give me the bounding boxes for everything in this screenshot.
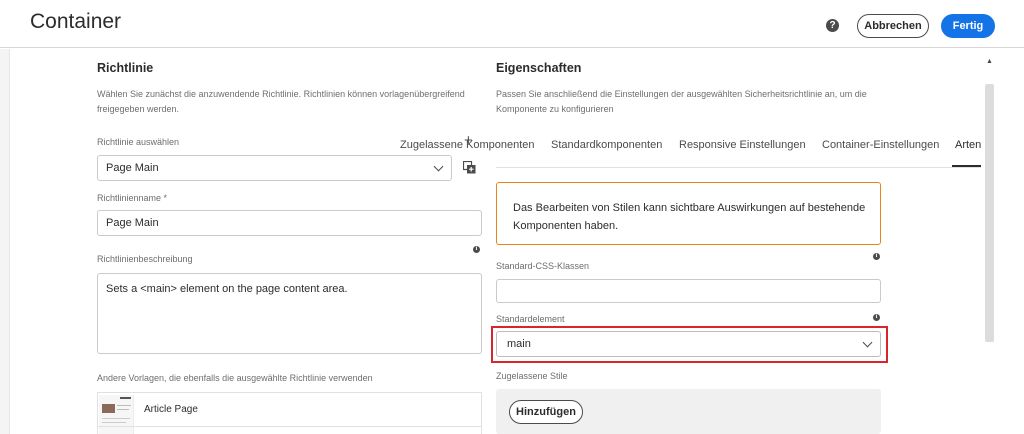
policy-select[interactable]: Page Main: [97, 155, 452, 181]
copy-policy-icon[interactable]: [462, 160, 476, 174]
warning-alert: Das Bearbeiten von Stilen kann sichtbare…: [496, 182, 881, 245]
info-icon[interactable]: i: [473, 246, 480, 253]
default-element-label: Standardelement: [496, 314, 565, 324]
policy-name-value: Page Main: [106, 217, 159, 229]
highlight-box: [491, 326, 888, 363]
policy-select-value: Page Main: [106, 162, 159, 174]
tab-default-components[interactable]: Standardkomponenten: [551, 139, 662, 151]
active-tab-indicator: [952, 165, 981, 167]
dialog-header: Container ? Abbrechen Fertig: [0, 0, 1024, 48]
template-thumbnail: [99, 395, 134, 434]
tab-responsive-settings[interactable]: Responsive Einstellungen: [679, 139, 806, 151]
chevron-down-icon: [433, 161, 444, 172]
scrollbar[interactable]: [985, 84, 994, 342]
allowed-styles-label: Zugelassene Stile: [496, 371, 568, 381]
tab-styles[interactable]: Arten: [955, 139, 981, 151]
policy-description-textarea[interactable]: Sets a <main> element on the page conten…: [97, 273, 482, 354]
policy-name-input[interactable]: Page Main: [97, 210, 482, 236]
tab-container-settings[interactable]: Container-Einstellungen: [822, 139, 939, 151]
warning-line2: Komponenten haben.: [513, 220, 619, 232]
page-title: Container: [30, 10, 122, 33]
done-button[interactable]: Fertig: [941, 14, 995, 38]
scroll-up-icon[interactable]: ▲: [986, 58, 993, 65]
template-name[interactable]: Article Page: [144, 404, 198, 415]
policy-description-label: Richtlinienbeschreibung: [97, 254, 193, 264]
info-icon[interactable]: i: [873, 253, 880, 260]
policy-description-value: Sets a <main> element on the page conten…: [106, 283, 348, 295]
warning-line1: Das Bearbeiten von Stilen kann sichtbare…: [513, 202, 866, 214]
left-gutter: [0, 49, 10, 434]
help-icon[interactable]: ?: [826, 19, 839, 32]
policy-select-label: Richtlinie auswählen: [97, 137, 180, 147]
list-divider: [97, 426, 482, 427]
css-classes-label: Standard-CSS-Klassen: [496, 261, 590, 271]
info-icon[interactable]: i: [873, 314, 880, 321]
tab-allowed-components[interactable]: Zugelassene Komponenten: [400, 139, 535, 151]
css-classes-input[interactable]: [496, 279, 881, 303]
policy-description-line2: freigegeben werden.: [97, 104, 180, 114]
other-templates-label: Andere Vorlagen, die ebenfalls die ausge…: [97, 373, 373, 383]
policy-name-label: Richtlinienname *: [97, 193, 168, 203]
properties-heading: Eigenschaften: [496, 61, 582, 75]
policy-description-line1: Wählen Sie zunächst die anzuwendende Ric…: [97, 89, 465, 99]
tab-divider: [496, 167, 981, 168]
properties-description-line1: Passen Sie anschließend die Einstellunge…: [496, 89, 867, 99]
policy-heading: Richtlinie: [97, 61, 154, 75]
add-style-button[interactable]: Hinzufügen: [509, 400, 583, 424]
cancel-button[interactable]: Abbrechen: [857, 14, 929, 38]
properties-description-line2: Komponente zu konfigurieren: [496, 104, 614, 114]
